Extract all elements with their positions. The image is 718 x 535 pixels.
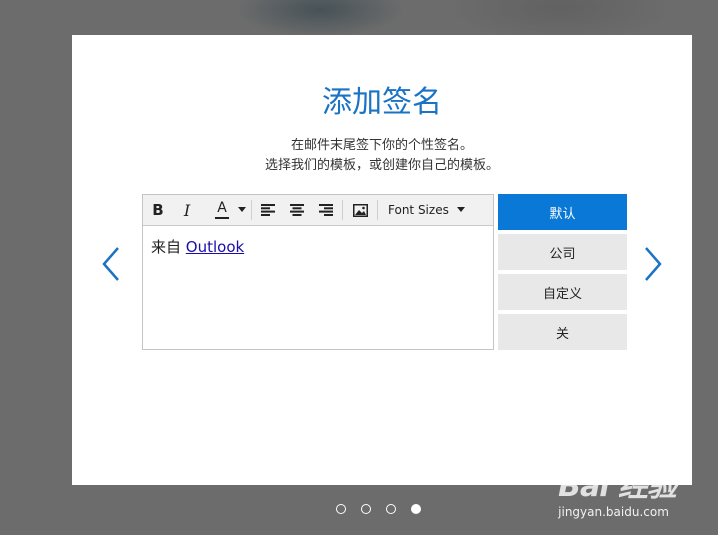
font-color-dropdown-button[interactable] <box>235 195 249 225</box>
page-dot-1[interactable] <box>336 504 346 514</box>
toolbar-divider <box>251 200 252 220</box>
dialog-title: 添加签名 <box>322 85 442 120</box>
page-dot-4-current[interactable] <box>411 504 421 514</box>
page-dot-2[interactable] <box>361 504 371 514</box>
italic-button[interactable]: I <box>173 195 201 225</box>
chevron-right-icon <box>645 247 662 281</box>
editor-toolbar: B I A Font Sizes <box>143 195 493 226</box>
caret-down-icon <box>457 207 465 212</box>
add-signature-dialog: 添加签名 在邮件末尾签下你的个性签名。 选择我们的模板，或创建你自己的模板。 B… <box>72 35 692 485</box>
page-dot-3[interactable] <box>386 504 396 514</box>
toolbar-divider <box>377 200 378 220</box>
baidu-watermark: Bai 经验 jingyan.baidu.com <box>558 461 677 519</box>
insert-image-button[interactable] <box>345 195 375 225</box>
option-company-button[interactable]: 公司 <box>498 234 627 270</box>
previous-arrow-button[interactable] <box>100 244 124 284</box>
align-left-icon <box>261 204 275 216</box>
chevron-left-icon <box>102 247 119 281</box>
image-icon <box>352 203 368 217</box>
align-left-button[interactable] <box>254 195 282 225</box>
font-color-letter: A <box>217 200 227 216</box>
align-center-button[interactable] <box>282 195 312 225</box>
bold-button[interactable]: B <box>143 195 173 225</box>
next-arrow-button[interactable] <box>640 244 664 284</box>
font-color-swatch <box>215 217 229 219</box>
watermark-logo-text: Bai 经验 <box>558 469 677 504</box>
align-right-button[interactable] <box>312 195 340 225</box>
font-color-button[interactable]: A <box>209 195 235 225</box>
toolbar-divider <box>342 200 343 220</box>
watermark-url: jingyan.baidu.com <box>558 505 669 519</box>
signature-editor: B I A Font Sizes 来自 Outlook <box>142 194 494 350</box>
subtitle-line-1: 在邮件末尾签下你的个性签名。 <box>290 138 473 153</box>
font-sizes-dropdown[interactable]: Font Sizes <box>380 195 474 225</box>
editor-content-area[interactable]: 来自 Outlook <box>143 226 493 267</box>
font-sizes-label: Font Sizes <box>388 203 449 217</box>
align-right-icon <box>319 204 333 216</box>
pagination-dots <box>336 504 421 514</box>
subtitle-line-2: 选择我们的模板，或创建你自己的模板。 <box>264 158 499 173</box>
option-off-button[interactable]: 关 <box>498 314 627 350</box>
signature-prefix: 来自 <box>151 238 186 256</box>
signature-options: 默认 公司 自定义 关 <box>498 194 627 354</box>
outlook-link[interactable]: Outlook <box>186 238 244 256</box>
option-custom-button[interactable]: 自定义 <box>498 274 627 310</box>
dialog-subtitle: 在邮件末尾签下你的个性签名。 选择我们的模板，或创建你自己的模板。 <box>72 136 692 176</box>
align-center-icon <box>290 204 304 216</box>
option-default-button[interactable]: 默认 <box>498 194 627 230</box>
caret-down-icon <box>238 207 246 212</box>
